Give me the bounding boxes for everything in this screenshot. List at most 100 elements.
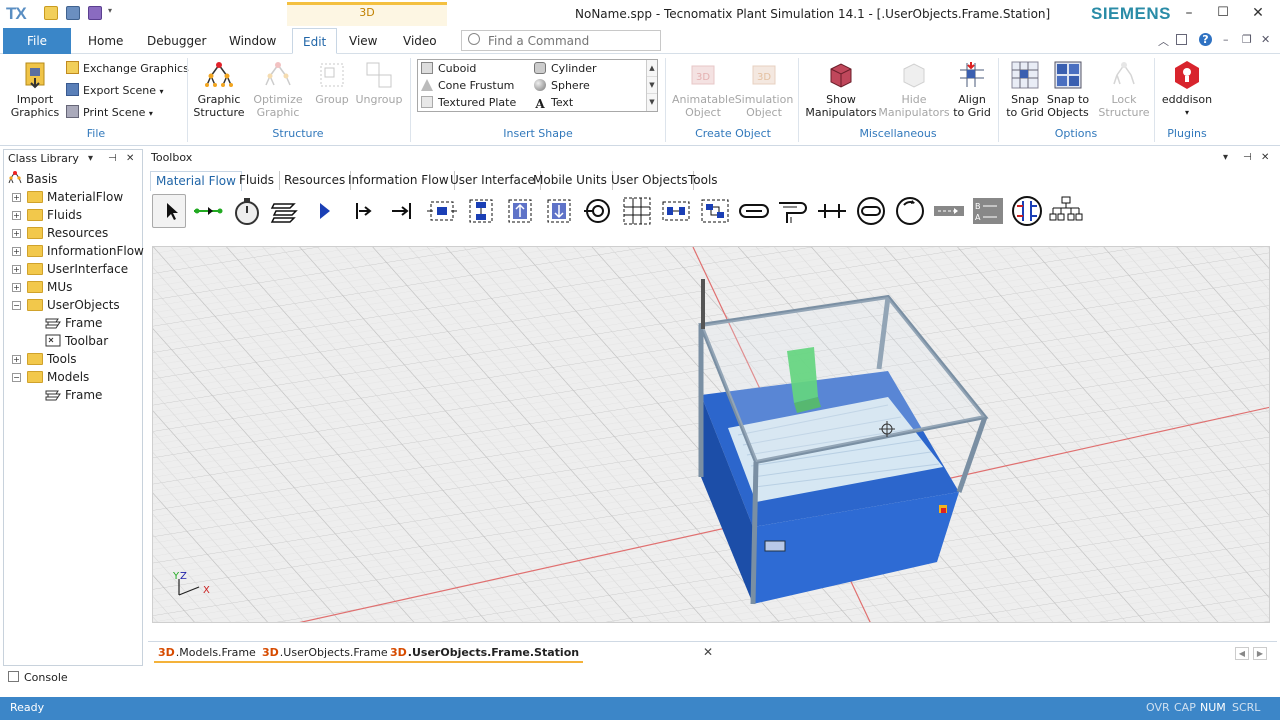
transfer-station-tool[interactable] bbox=[932, 194, 966, 228]
turntable-tool[interactable] bbox=[815, 194, 849, 228]
scroll-up-icon[interactable]: ▲ bbox=[647, 60, 657, 77]
event-controller-tool[interactable] bbox=[230, 194, 264, 228]
new-file-icon[interactable] bbox=[44, 6, 58, 20]
single-proc-tool[interactable] bbox=[386, 194, 420, 228]
show-manipulators-button[interactable]: Show Manipulators bbox=[805, 60, 877, 119]
tab-video[interactable]: Video bbox=[393, 28, 447, 54]
dismantle-tool[interactable] bbox=[503, 194, 537, 228]
placebuffer-tool[interactable] bbox=[581, 194, 615, 228]
tree-item-basis[interactable]: Basis bbox=[8, 170, 57, 188]
tree-item-userinterface[interactable]: UserInterface bbox=[27, 260, 128, 278]
expand-icon[interactable]: + bbox=[12, 355, 21, 364]
save-as-icon[interactable] bbox=[88, 6, 102, 20]
optimize-graphic-button[interactable]: Optimize Graphic bbox=[252, 60, 304, 119]
tab-edit[interactable]: Edit bbox=[292, 28, 338, 54]
console-tab[interactable]: Console bbox=[8, 671, 68, 684]
tab-window[interactable]: Window bbox=[219, 28, 286, 54]
3d-scene[interactable]: Y Z X bbox=[153, 247, 1270, 623]
tree-item-materialflow[interactable]: MaterialFlow bbox=[27, 188, 123, 206]
shape-cone-frustum[interactable]: Cone Frustum bbox=[421, 78, 514, 94]
sorter-tool[interactable] bbox=[659, 194, 693, 228]
toolbox-tab-resources[interactable]: Resources bbox=[279, 171, 352, 190]
snap-to-objects-button[interactable]: Snap to Objects bbox=[1046, 60, 1090, 119]
tree-item-models-frame[interactable]: Frame bbox=[45, 386, 102, 404]
tree-item-userobjects[interactable]: UserObjects bbox=[27, 296, 120, 314]
find-command-input[interactable] bbox=[488, 31, 658, 50]
tab-scroll-left-icon[interactable]: ◀ bbox=[1235, 647, 1249, 660]
shape-gallery-scrollbar[interactable]: ▲ ▼ ▼ bbox=[646, 60, 657, 111]
cycle-tool[interactable] bbox=[698, 194, 732, 228]
tree-item-toolbar[interactable]: Toolbar bbox=[45, 332, 108, 350]
maximize-icon[interactable]: ☐ bbox=[1213, 5, 1233, 20]
line-tool[interactable] bbox=[737, 194, 771, 228]
frame-tool[interactable] bbox=[269, 194, 303, 228]
edddison-button[interactable]: edddison ▾ bbox=[1158, 60, 1216, 119]
tree-item-tools[interactable]: Tools bbox=[27, 350, 77, 368]
doc-tab-models-frame[interactable]: 3D.Models.Frame bbox=[154, 645, 260, 663]
hide-manipulators-button[interactable]: Hide Manipulators bbox=[878, 60, 950, 119]
pointer-tool[interactable] bbox=[152, 194, 186, 228]
exchange-graphics-button[interactable]: Exchange Graphics bbox=[66, 61, 189, 77]
flow-control-tool[interactable] bbox=[1010, 194, 1044, 228]
tab-home[interactable]: Home bbox=[78, 28, 133, 54]
drain-tool[interactable] bbox=[347, 194, 381, 228]
mdi-minimize-icon[interactable]: – bbox=[1223, 33, 1229, 46]
minimize-icon[interactable]: – bbox=[1179, 5, 1199, 21]
mdi-restore-icon[interactable]: ❐ bbox=[1242, 33, 1252, 46]
panel-menu-icon[interactable]: ▾ bbox=[88, 150, 93, 167]
expand-icon[interactable]: + bbox=[12, 247, 21, 256]
panel-close-icon[interactable]: ✕ bbox=[1261, 149, 1269, 166]
snap-to-grid-button[interactable]: Snap to Grid bbox=[1004, 60, 1046, 119]
toolbox-tab-material-flow[interactable]: Material Flow bbox=[150, 171, 242, 191]
lock-structure-button[interactable]: Lock Structure bbox=[1098, 60, 1150, 119]
ungroup-button[interactable]: Ungroup bbox=[355, 60, 403, 106]
source-tool[interactable] bbox=[308, 194, 342, 228]
pin-icon[interactable]: ⊣ bbox=[108, 150, 117, 167]
tree-item-fluids[interactable]: Fluids bbox=[27, 206, 82, 224]
track-tool[interactable] bbox=[893, 194, 927, 228]
toolbox-tab-fluids[interactable]: Fluids bbox=[234, 171, 281, 190]
shape-textured-plate[interactable]: Textured Plate bbox=[421, 95, 516, 111]
toolbox-tab-tools[interactable]: Tools bbox=[683, 171, 723, 190]
collapse-ribbon-icon[interactable]: ︿ bbox=[1158, 33, 1169, 49]
expand-icon[interactable]: + bbox=[12, 265, 21, 274]
scroll-down-icon[interactable]: ▼ bbox=[647, 77, 657, 94]
collapse-icon[interactable]: − bbox=[12, 301, 21, 310]
shape-text[interactable]: A Text bbox=[534, 95, 573, 111]
angular-converter-tool[interactable] bbox=[776, 194, 810, 228]
hierarchy-tool[interactable] bbox=[1049, 194, 1083, 228]
pin-icon[interactable]: ⊣ bbox=[1243, 149, 1252, 166]
toolbox-tab-user-objects[interactable]: User Objects bbox=[606, 171, 694, 190]
view-icon[interactable] bbox=[1176, 34, 1187, 45]
store-tool[interactable] bbox=[620, 194, 654, 228]
save-icon[interactable] bbox=[66, 6, 80, 20]
toolbox-tab-mobile-units[interactable]: Mobile Units bbox=[528, 171, 613, 190]
help-icon[interactable]: ? bbox=[1199, 33, 1212, 46]
3d-viewport[interactable]: Y Z X bbox=[152, 246, 1270, 623]
find-command-box[interactable] bbox=[461, 30, 661, 51]
simulation-object-button[interactable]: 3D Simulation Object bbox=[734, 60, 794, 119]
panel-menu-icon[interactable]: ▾ bbox=[1223, 149, 1228, 166]
doc-tab-userobjects-frame[interactable]: 3D.UserObjects.Frame bbox=[258, 645, 392, 663]
tab-debugger[interactable]: Debugger bbox=[137, 28, 216, 54]
gallery-more-icon[interactable]: ▼ bbox=[647, 94, 657, 111]
turnplate-tool[interactable] bbox=[854, 194, 888, 228]
panel-close-icon[interactable]: ✕ bbox=[126, 150, 134, 167]
expand-icon[interactable]: + bbox=[12, 193, 21, 202]
print-scene-button[interactable]: Print Scene ▾ bbox=[66, 105, 153, 121]
toolbox-tab-information-flow[interactable]: Information Flow bbox=[343, 171, 455, 190]
tree-item-mus[interactable]: MUs bbox=[27, 278, 72, 296]
expand-icon[interactable]: + bbox=[12, 211, 21, 220]
import-graphics-button[interactable]: Import Graphics bbox=[10, 60, 60, 119]
close-icon[interactable]: ✕ bbox=[1248, 5, 1268, 21]
connector-tool[interactable] bbox=[191, 194, 225, 228]
toolbox-tab-user-interface[interactable]: User Interface bbox=[445, 171, 541, 190]
expand-icon[interactable]: + bbox=[12, 283, 21, 292]
tree-item-informationflow[interactable]: InformationFlow bbox=[27, 242, 144, 260]
group-button[interactable]: Group bbox=[312, 60, 352, 106]
tab-file[interactable]: File bbox=[3, 28, 71, 54]
mdi-close-icon[interactable]: ✕ bbox=[1261, 33, 1270, 46]
graphic-structure-button[interactable]: Graphic Structure bbox=[193, 60, 245, 119]
tree-item-resources[interactable]: Resources bbox=[27, 224, 108, 242]
doc-tab-userobjects-frame-station[interactable]: 3D.UserObjects.Frame.Station bbox=[386, 645, 584, 663]
